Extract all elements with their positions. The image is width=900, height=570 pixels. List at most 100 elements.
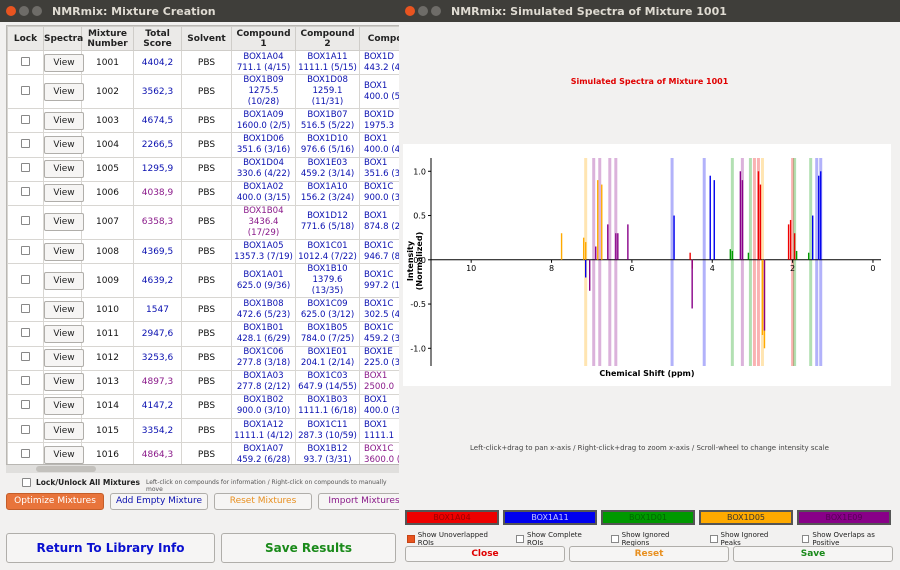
compound-1-cell[interactable]: BOX1D04 330.6 (4/22): [231, 156, 296, 182]
optimize-mixtures-button[interactable]: Optimize Mixtures: [6, 493, 104, 510]
lock-checkbox[interactable]: [21, 56, 30, 66]
view-spectra-button[interactable]: View: [44, 242, 84, 261]
compound-2-cell[interactable]: BOX1C11 287.3 (10/59): [295, 418, 360, 444]
option-checkbox-row[interactable]: Show Ignored Peaks: [709, 531, 788, 547]
compound-3-cell[interactable]: BOX1C 997.2 (1: [359, 263, 399, 299]
lock-checkbox[interactable]: [21, 163, 30, 173]
lock-cell[interactable]: [7, 418, 44, 444]
view-spectra-button[interactable]: View: [44, 213, 84, 232]
compound-1-cell[interactable]: BOX1B04 3436.4 (17/29): [231, 204, 296, 240]
view-spectra-button[interactable]: View: [44, 445, 84, 464]
lock-cell[interactable]: [7, 238, 44, 265]
lock-checkbox[interactable]: [21, 448, 30, 458]
compound-1-cell[interactable]: BOX1D06 351.6 (3/16): [231, 132, 296, 158]
table-row[interactable]: View 1010 1547 PBS BOX1B08 472.6 (5/23) BOX1C0…: [7, 297, 399, 323]
table-row[interactable]: View 1014 4147,2 PBS BOX1B02 900.0 (3/10) BOX1…: [7, 393, 399, 420]
lock-all-row[interactable]: Lock/Unlock All Mixtures: [22, 478, 140, 487]
save-button[interactable]: Save: [733, 546, 893, 562]
spectra-chart[interactable]: 1.00.50.0-0.5-1.010 8 6 4 2 0: [403, 144, 891, 386]
spectra-plot[interactable]: 1.0 0.5 0.0 -0.5 -1.0 10 8 6 4 2 0 Intensity (Norm…: [403, 144, 891, 386]
column-header[interactable]: Compound 2: [295, 26, 360, 51]
compound-1-cell[interactable]: BOX1B01 428.1 (6/29): [231, 321, 296, 347]
column-header[interactable]: Lock: [7, 26, 44, 51]
lock-cell[interactable]: [7, 369, 44, 395]
compound-3-cell[interactable]: BOX1 1111.1: [359, 418, 399, 444]
maximize-window-icon[interactable]: [431, 6, 441, 16]
option-checkbox[interactable]: [610, 535, 619, 543]
compound-2-cell[interactable]: BOX1E01 204.1 (2/14): [295, 345, 360, 371]
option-checkbox-row[interactable]: Show Overlaps as Positive: [801, 531, 900, 547]
lock-all-checkbox[interactable]: [22, 478, 31, 487]
compound-3-cell[interactable]: BOX1C 302.5 (4: [359, 297, 399, 323]
option-checkbox-row[interactable]: Show Ignored Regions: [610, 531, 696, 547]
table-row[interactable]: View 1013 4897,3 PBS BOX1A03 277.8 (2/12) BOX1…: [7, 369, 399, 395]
compound-3-cell[interactable]: BOX1C 3600.0 (: [359, 442, 399, 464]
lock-checkbox[interactable]: [21, 327, 30, 337]
compound-2-cell[interactable]: BOX1D08 1259.1 (11/31): [295, 74, 360, 110]
close-button[interactable]: Close: [405, 546, 565, 562]
legend-item[interactable]: BOX1D01: [601, 510, 695, 525]
lock-checkbox[interactable]: [21, 187, 30, 197]
lock-checkbox[interactable]: [21, 352, 30, 362]
reset-button[interactable]: Reset: [569, 546, 729, 562]
column-header[interactable]: Total Score: [133, 26, 182, 51]
compound-2-cell[interactable]: BOX1B03 1111.1 (6/18): [295, 393, 360, 420]
view-spectra-button[interactable]: View: [44, 271, 84, 290]
table-row[interactable]: View 1006 4038,9 PBS BOX1A02 400.0 (3/15) BOX1…: [7, 180, 399, 206]
table-row[interactable]: View 1002 3562,3 PBS BOX1B09 1275.5 (10/28) BO…: [7, 74, 399, 110]
column-header[interactable]: Mixture Number: [81, 26, 134, 51]
lock-checkbox[interactable]: [21, 424, 30, 434]
lock-checkbox[interactable]: [21, 216, 30, 226]
option-checkbox[interactable]: [516, 535, 524, 543]
lock-cell[interactable]: [7, 321, 44, 347]
minimize-window-icon[interactable]: [418, 6, 428, 16]
compound-3-cell[interactable]: BOX1 351.6 (3: [359, 156, 399, 182]
lock-cell[interactable]: [7, 74, 44, 110]
lock-checkbox[interactable]: [21, 85, 30, 95]
column-header[interactable]: Compound 1: [231, 26, 296, 51]
compound-2-cell[interactable]: BOX1C03 647.9 (14/55): [295, 369, 360, 395]
lock-checkbox[interactable]: [21, 376, 30, 386]
save-results-button[interactable]: Save Results: [221, 533, 396, 563]
lock-checkbox[interactable]: [21, 303, 30, 313]
lock-cell[interactable]: [7, 393, 44, 420]
compound-1-cell[interactable]: BOX1B08 472.6 (5/23): [231, 297, 296, 323]
view-spectra-button[interactable]: View: [44, 373, 84, 392]
option-checkbox[interactable]: [709, 535, 718, 543]
horizontal-scrollbar[interactable]: [6, 465, 400, 473]
view-spectra-button[interactable]: View: [44, 184, 84, 203]
compound-2-cell[interactable]: BOX1A10 156.2 (3/24): [295, 180, 360, 206]
legend-item[interactable]: BOX1D05: [699, 510, 793, 525]
view-spectra-button[interactable]: View: [44, 111, 84, 130]
legend-item[interactable]: BOX1E09: [797, 510, 891, 525]
compound-3-cell[interactable]: BOX1D 1975.3: [359, 108, 399, 134]
table-row[interactable]: View 1001 4404,2 PBS BOX1A04 711.1 (4/15) BOX1…: [7, 49, 399, 76]
compound-3-cell[interactable]: BOX1C 900.0 (3: [359, 180, 399, 206]
table-row[interactable]: View 1015 3354,2 PBS BOX1A12 1111.1 (4/12) BOX…: [7, 418, 399, 444]
view-spectra-button[interactable]: View: [44, 349, 84, 368]
lock-cell[interactable]: [7, 132, 44, 158]
lock-checkbox[interactable]: [21, 114, 30, 124]
compound-3-cell[interactable]: BOX1 2500.0: [359, 369, 399, 395]
compound-3-cell[interactable]: BOX1D 443.2 (4: [359, 49, 399, 76]
option-checkbox[interactable]: [407, 535, 415, 543]
compound-3-cell[interactable]: BOX1C 459.2 (3: [359, 321, 399, 347]
maximize-window-icon[interactable]: [32, 6, 42, 16]
compound-3-cell[interactable]: BOX1 400.0 (3: [359, 393, 399, 420]
add-empty-mixture-button[interactable]: Add Empty Mixture: [110, 493, 208, 510]
view-spectra-button[interactable]: View: [44, 135, 84, 154]
compound-1-cell[interactable]: BOX1A03 277.8 (2/12): [231, 369, 296, 395]
compound-2-cell[interactable]: BOX1E03 459.2 (3/14): [295, 156, 360, 182]
view-spectra-button[interactable]: View: [44, 397, 84, 416]
table-row[interactable]: View 1005 1295,9 PBS BOX1D04 330.6 (4/22) BOX1…: [7, 156, 399, 182]
compound-2-cell[interactable]: BOX1B07 516.5 (5/22): [295, 108, 360, 134]
view-spectra-button[interactable]: View: [44, 421, 84, 440]
lock-cell[interactable]: [7, 442, 44, 464]
reset-mixtures-button[interactable]: Reset Mixtures: [214, 493, 312, 510]
mixture-table[interactable]: Lock Spectra Mixture Number Total Score Solv…: [6, 25, 400, 465]
compound-2-cell[interactable]: BOX1D10 976.6 (5/16): [295, 132, 360, 158]
compound-3-cell[interactable]: BOX1 874.8 (2: [359, 204, 399, 240]
table-row[interactable]: View 1008 4369,5 PBS BOX1A05 1357.3 (7/19) BOX…: [7, 238, 399, 265]
compound-1-cell[interactable]: BOX1A09 1600.0 (2/5): [231, 108, 296, 134]
table-row[interactable]: View 1007 6358,3 PBS BOX1B04 3436.4 (17/29) BO…: [7, 204, 399, 240]
